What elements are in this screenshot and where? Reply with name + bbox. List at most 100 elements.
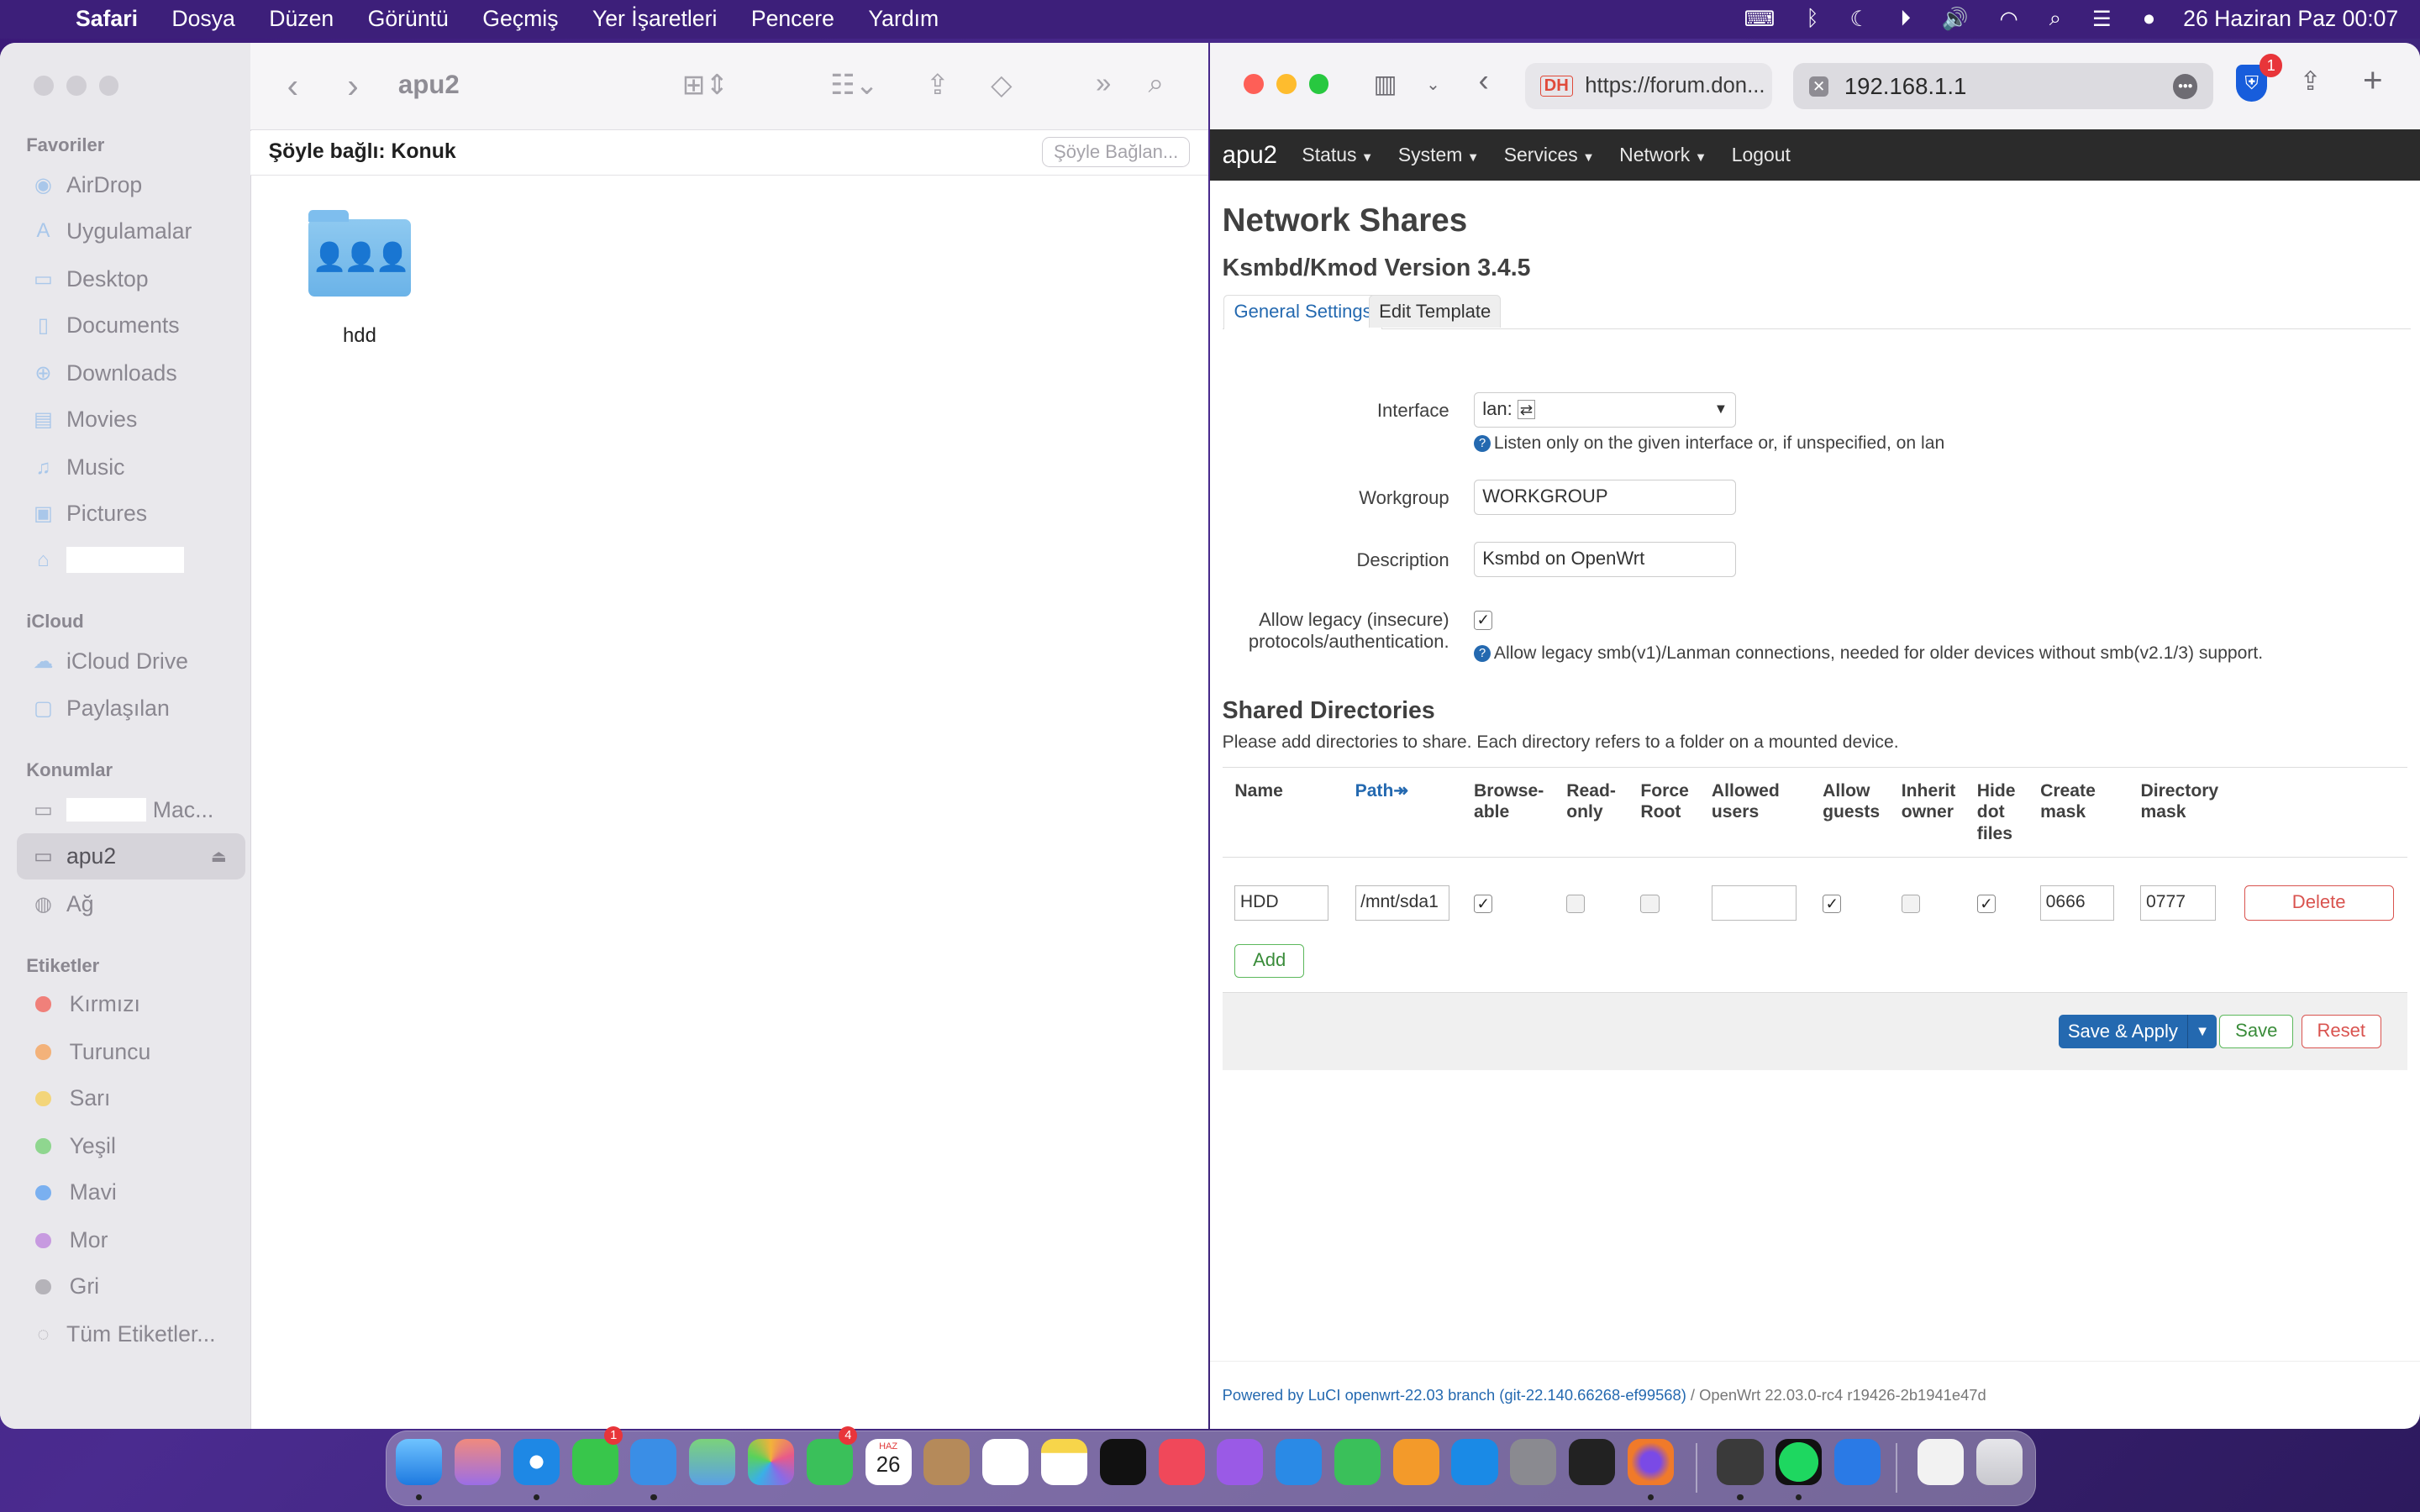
spotlight-search-icon[interactable]: ⌕ (2033, 7, 2076, 32)
sidebar-tag-yellow[interactable]: Sarı (31, 1082, 232, 1116)
terminal-app-icon[interactable] (1569, 1438, 1616, 1485)
save-apply-dropdown-icon[interactable]: ▼ (2186, 1014, 2217, 1049)
tab-forum[interactable]: DH https://forum.don... (1524, 63, 1772, 110)
col-directory-mask[interactable]: Directory mask (2140, 780, 2218, 823)
legacy-checkbox[interactable]: ✓ (1474, 611, 1493, 630)
add-button[interactable]: Add (1234, 944, 1304, 979)
nav-logout[interactable]: Logout (1732, 144, 1791, 166)
document-stack-icon[interactable] (1918, 1438, 1965, 1485)
sidebar-all-tags[interactable]: ◌ Tüm Etiketler... (31, 1318, 232, 1352)
share-path-input[interactable]: /mnt/sda1 (1355, 885, 1449, 921)
menu-item-gecmis[interactable]: Geçmiş (466, 6, 576, 32)
col-create-mask[interactable]: Create mask (2040, 780, 2096, 823)
volume-icon[interactable]: 🔊 (1926, 7, 1984, 32)
share-icon[interactable]: ⇪ (926, 68, 950, 102)
nav-network[interactable]: Network ▼ (1619, 144, 1707, 166)
col-hide-dot-files[interactable]: Hide dot files (1977, 780, 2016, 845)
firefox-app-icon[interactable] (1627, 1438, 1674, 1485)
menu-item-pencere[interactable]: Pencere (734, 6, 852, 32)
col-readonly[interactable]: Read-only (1566, 780, 1616, 823)
readonly-checkbox[interactable] (1566, 895, 1586, 914)
tab-router[interactable]: ✕ 192.168.1.1 ••• (1793, 63, 2213, 110)
tv-app-icon[interactable] (1099, 1438, 1146, 1485)
save-apply-button[interactable]: Save & Apply (2059, 1014, 2187, 1049)
sidebar-tag-orange[interactable]: Turuncu (31, 1035, 232, 1068)
share-icon[interactable]: ⇪ (2300, 66, 2322, 97)
moon-icon[interactable]: ☾ (1834, 7, 1885, 32)
zoom-button[interactable] (98, 75, 119, 96)
wifi-icon[interactable]: ◠ (1984, 7, 2033, 32)
sidebar-tag-blue[interactable]: Mavi (31, 1176, 232, 1210)
sidebar-item-icloud-drive[interactable]: ☁ iCloud Drive (31, 645, 232, 679)
more-chevron-icon[interactable]: » (1096, 68, 1111, 100)
sidebar-item-mac[interactable]: ▭ Mac... (31, 793, 232, 827)
luci-brand[interactable]: apu2 (1223, 141, 1277, 170)
bluetooth-icon[interactable]: ᛒ (1791, 7, 1834, 31)
col-allow-guests[interactable]: Allow guests (1823, 780, 1880, 823)
col-name[interactable]: Name (1234, 780, 1283, 802)
back-chevron-icon[interactable]: ‹ (287, 66, 298, 106)
sidebar-item-downloads[interactable]: ⊕ Downloads (31, 356, 232, 390)
new-tab-plus-icon[interactable]: + (2363, 60, 2383, 100)
sidebar-item-apu2[interactable]: ▭ apu2 ⏏ (17, 832, 246, 879)
nav-status[interactable]: Status ▼ (1302, 144, 1373, 166)
allow-guests-checkbox[interactable]: ✓ (1823, 895, 1842, 914)
sidebar-item-applications[interactable]: A Uygulamalar (31, 214, 232, 248)
pages-app-icon[interactable] (1392, 1438, 1439, 1485)
hide-dot-files-checkbox[interactable]: ✓ (1976, 895, 1996, 914)
tag-icon[interactable]: ◇ (991, 68, 1012, 102)
trash-icon[interactable] (1975, 1438, 2023, 1485)
close-tab-icon[interactable]: ✕ (1808, 76, 1829, 97)
close-button[interactable] (1244, 74, 1265, 95)
minimize-button[interactable] (1276, 74, 1297, 95)
reminders-app-icon[interactable] (982, 1438, 1029, 1485)
chevron-down-icon[interactable]: ⌄ (1426, 74, 1440, 95)
play-icon[interactable]: ⏵ (1885, 7, 1927, 32)
sidebar-tag-green[interactable]: Yeşil (31, 1129, 232, 1163)
nav-services[interactable]: Services ▼ (1504, 144, 1595, 166)
menu-item-dosya[interactable]: Dosya (155, 6, 252, 32)
menu-item-yardim[interactable]: Yardım (851, 6, 955, 32)
forward-chevron-icon[interactable]: › (347, 66, 358, 106)
eject-icon[interactable]: ⏏ (211, 846, 227, 867)
numbers-app-icon[interactable] (1334, 1438, 1381, 1485)
col-browseable[interactable]: Browse-able (1474, 780, 1544, 823)
interface-select[interactable]: lan: ⇄ ▼ (1474, 391, 1737, 428)
control-center-icon[interactable]: ☰ (2076, 7, 2127, 32)
close-button[interactable] (34, 75, 55, 96)
sidebar-item-pictures[interactable]: ▣ Pictures (31, 496, 232, 530)
menu-item-goruntu[interactable]: Görüntü (350, 6, 466, 32)
sidebar-item-home[interactable]: ⌂ (31, 543, 232, 577)
save-button[interactable]: Save (2219, 1014, 2294, 1049)
footer-luci-link[interactable]: Powered by LuCI openwrt-22.03 branch (gi… (1223, 1386, 1686, 1404)
address-bar[interactable]: 192.168.1.1 (1844, 73, 1967, 100)
calendar-app-icon[interactable]: HAZ 26 (865, 1438, 912, 1485)
launchpad-app-icon[interactable] (454, 1438, 502, 1485)
maps-app-icon[interactable] (689, 1438, 736, 1485)
workgroup-input[interactable]: WORKGROUP (1474, 480, 1737, 516)
safari-app-icon[interactable] (513, 1438, 560, 1485)
inherit-owner-checkbox[interactable] (1901, 895, 1920, 914)
allowed-users-input[interactable] (1711, 885, 1797, 921)
app-store-icon[interactable] (1451, 1438, 1498, 1485)
sidebar-item-airdrop[interactable]: ◉ AirDrop (31, 168, 232, 202)
keyboard-icon[interactable]: ⌨ (1728, 7, 1791, 32)
create-mask-input[interactable]: 0666 (2040, 885, 2115, 921)
spotify-app-icon[interactable] (1776, 1438, 1823, 1485)
col-forceroot[interactable]: Force Root (1640, 780, 1688, 823)
col-path[interactable]: Path↠ (1355, 780, 1408, 802)
sidebar-item-documents[interactable]: ▯ Documents (31, 308, 232, 342)
mail-app-icon[interactable] (630, 1438, 677, 1485)
zoom-button[interactable] (1308, 74, 1329, 95)
sidebar-item-desktop[interactable]: ▭ Desktop (31, 262, 232, 296)
more-icon[interactable]: ••• (2173, 74, 2198, 99)
siri-icon[interactable]: ● (2127, 7, 2170, 31)
directory-mask-input[interactable]: 0777 (2140, 885, 2217, 921)
sidebar-tag-gray[interactable]: Gri (31, 1270, 232, 1304)
search-icon[interactable]: ⌕ (1148, 68, 1164, 100)
music-app-icon[interactable] (1158, 1438, 1205, 1485)
menu-item-yer-isaretleri[interactable]: Yer İşaretleri (576, 6, 734, 32)
messages-app-icon[interactable] (571, 1438, 618, 1485)
forceroot-checkbox[interactable] (1640, 895, 1660, 914)
back-chevron-icon[interactable]: ‹ (1479, 63, 1489, 98)
